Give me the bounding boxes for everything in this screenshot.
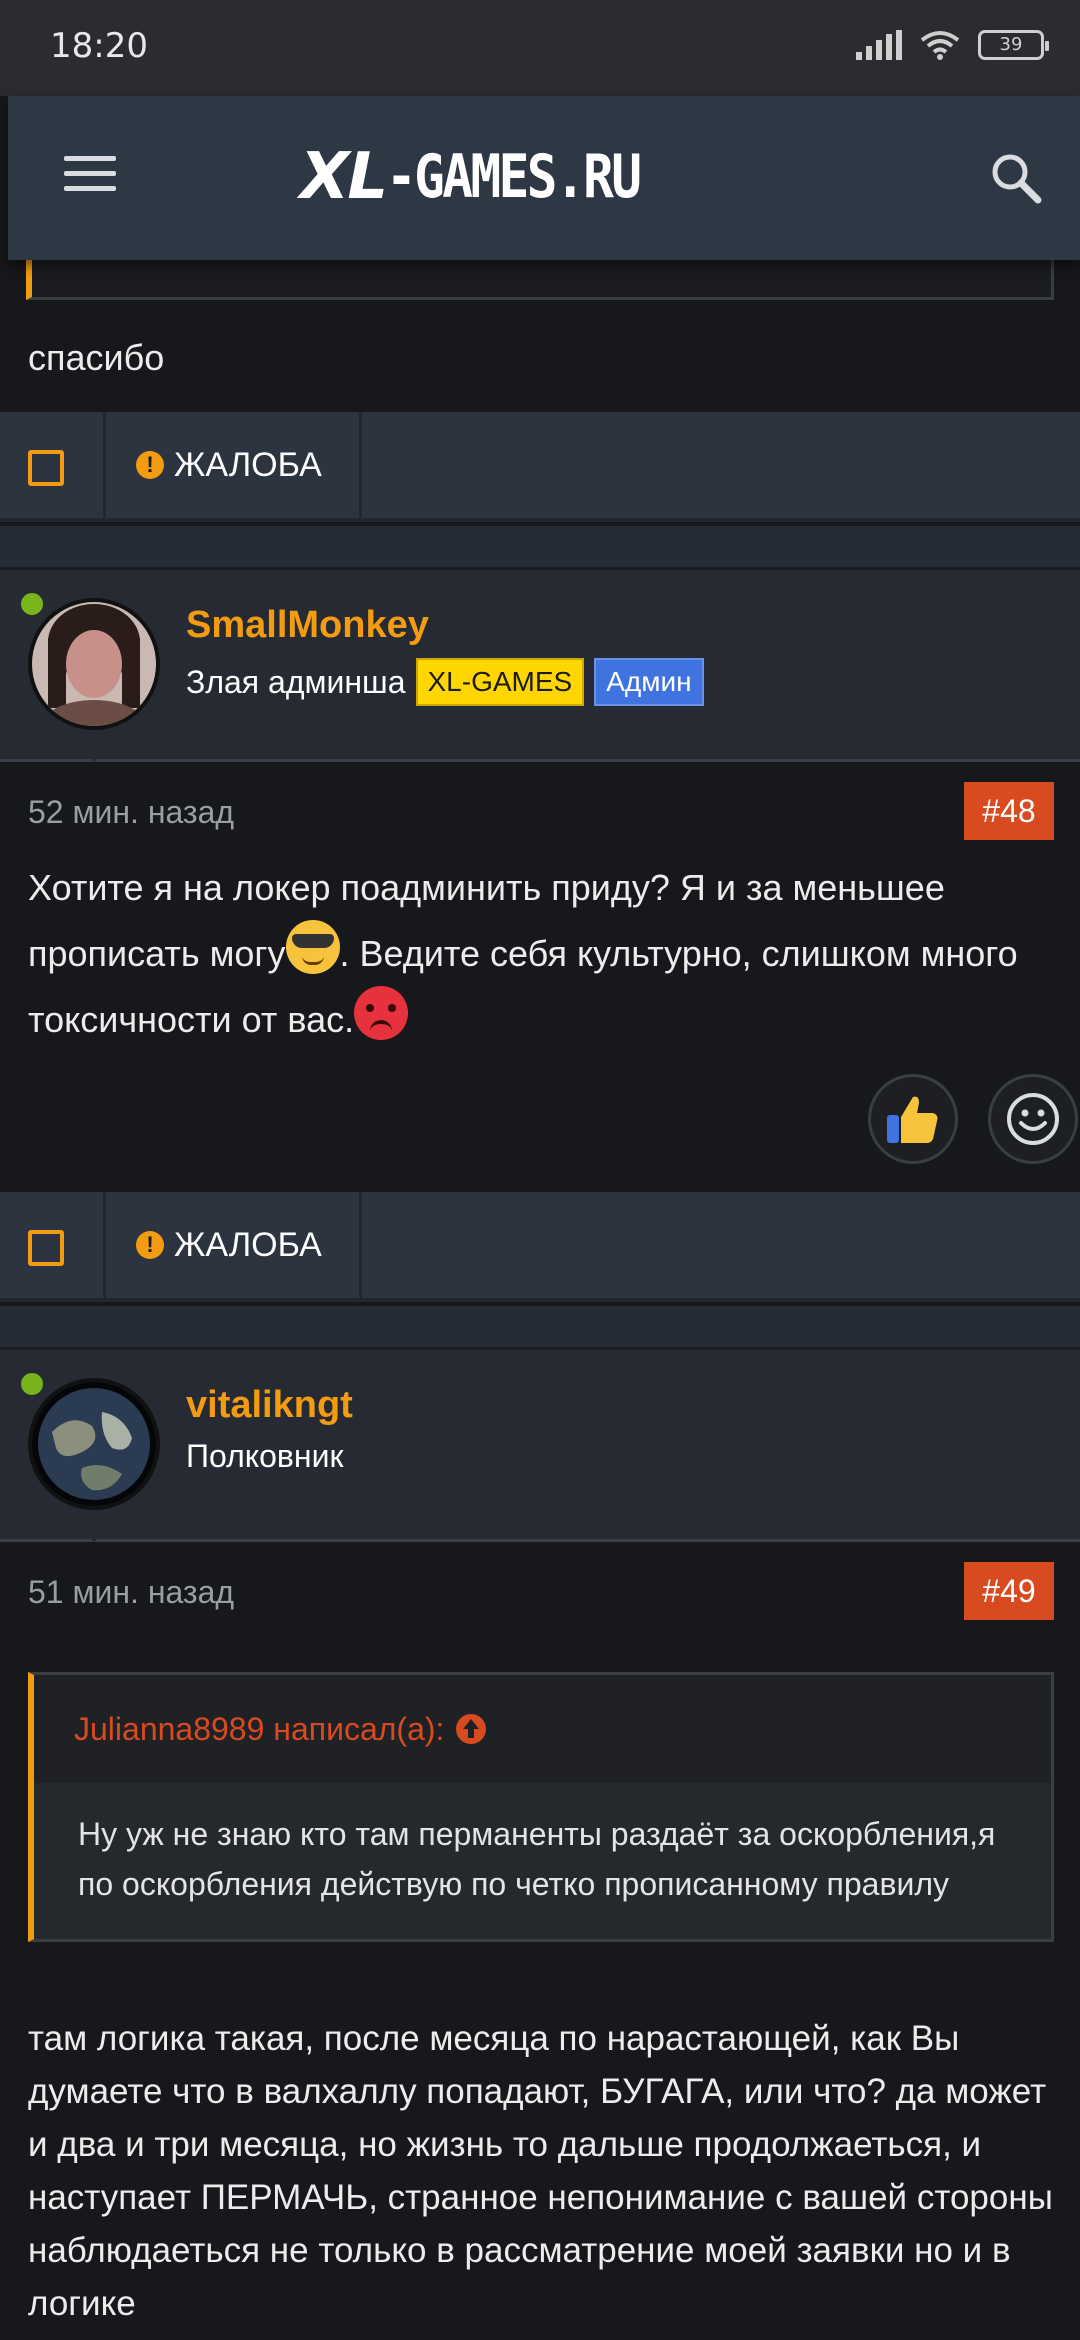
select-cell — [0, 1192, 106, 1298]
status-icons: 39 — [856, 30, 1049, 60]
user-title-row: Злая админша XL-GAMES Админ — [186, 658, 704, 706]
quote-text: Ну уж не знаю кто там перманенты раздаёт… — [34, 1783, 1051, 1939]
menu-icon[interactable] — [64, 156, 116, 196]
post-time[interactable]: 52 мин. назад — [28, 794, 234, 831]
separator — [0, 526, 1080, 570]
report-label: ЖАЛОБА — [174, 445, 322, 484]
warning-icon: ! — [136, 451, 164, 479]
user-card: vitalikngt Полковник — [0, 1350, 1080, 1542]
add-reaction-button[interactable] — [988, 1074, 1078, 1164]
group-badge-xl-games: XL-GAMES — [415, 658, 585, 706]
avatar-pointer — [76, 742, 112, 762]
arrow-up-icon[interactable] — [456, 1714, 487, 1744]
status-bar: 18:20 39 — [0, 0, 1080, 96]
thumbs-up-icon — [887, 1096, 938, 1143]
post-number[interactable]: #48 — [964, 782, 1054, 840]
cool-emoji-icon — [285, 920, 340, 974]
separator — [0, 1306, 1080, 1350]
report-label: ЖАЛОБА — [174, 1225, 322, 1264]
user-title: Злая админша — [186, 663, 406, 700]
logo-xl: XL — [300, 140, 388, 214]
user-card: SmallMonkey Злая админша XL-GAMES Админ — [0, 570, 1080, 762]
username[interactable]: SmallMonkey — [186, 604, 429, 647]
user-title: Полковник — [186, 1438, 344, 1474]
quote-author: Julianna8989 написал(а): — [74, 1710, 445, 1747]
search-icon[interactable] — [988, 150, 1044, 206]
post-number[interactable]: #49 — [964, 1562, 1054, 1620]
site-logo[interactable]: XL -GAMES.RU — [300, 140, 684, 214]
post-action-bar: ! ЖАЛОБА — [0, 412, 1080, 522]
signal-icon — [856, 30, 902, 60]
report-button[interactable]: ! ЖАЛОБА — [106, 412, 362, 518]
smile-icon — [1007, 1093, 1059, 1145]
avatar-image — [32, 1382, 156, 1506]
post-action-bar: ! ЖАЛОБА — [0, 1192, 1080, 1302]
logo-text: -GAMES.RU — [386, 142, 642, 212]
angry-emoji-icon — [354, 986, 409, 1040]
report-button[interactable]: ! ЖАЛОБА — [106, 1192, 362, 1298]
quote-header[interactable]: Julianna8989 написал(а): — [34, 1675, 1051, 1783]
avatar[interactable] — [28, 598, 160, 730]
post-time[interactable]: 51 мин. назад — [28, 1574, 234, 1611]
battery-level: 39 — [999, 34, 1023, 55]
online-indicator — [18, 590, 46, 618]
avatar-pointer — [76, 1522, 112, 1542]
post-text: там логика такая, после месяца по нараст… — [28, 2019, 1053, 2323]
wifi-icon — [920, 31, 960, 60]
select-checkbox[interactable] — [28, 450, 64, 486]
like-button[interactable] — [868, 1074, 958, 1164]
group-badge-admin: Админ — [594, 658, 704, 706]
site-header: XL -GAMES.RU — [8, 96, 1080, 260]
select-cell — [0, 412, 106, 518]
post-text: спасибо — [28, 337, 165, 378]
status-time: 18:20 — [50, 26, 148, 66]
warning-icon: ! — [136, 1231, 164, 1259]
user-title-row: Полковник — [186, 1438, 343, 1475]
avatar-image — [32, 602, 156, 726]
quote-block: Julianna8989 написал(а): Ну уж не знаю к… — [28, 1672, 1054, 1942]
avatar[interactable] — [28, 1378, 160, 1510]
select-checkbox[interactable] — [28, 1230, 64, 1266]
online-indicator — [18, 1370, 46, 1398]
battery-icon: 39 — [978, 30, 1049, 60]
username[interactable]: vitalikngt — [186, 1384, 353, 1427]
post-body: Хотите я на локер поадминить приду? Я и … — [28, 856, 1058, 1052]
